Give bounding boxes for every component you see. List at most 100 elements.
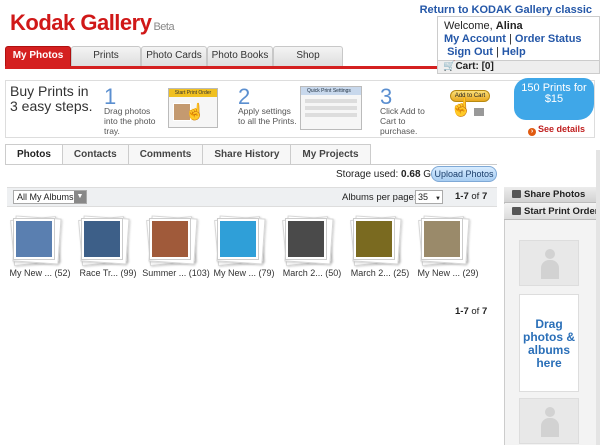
account-links-2: Sign Out | Help bbox=[447, 46, 526, 58]
setting-row bbox=[305, 113, 357, 117]
user-name: Alina bbox=[495, 20, 523, 32]
share-icon bbox=[512, 190, 521, 198]
tray-placeholder bbox=[519, 240, 579, 286]
photos-sub-tabs: Photos Contacts Comments Share History M… bbox=[5, 144, 371, 164]
range-total: 7 bbox=[481, 306, 488, 317]
range-value: 1-7 bbox=[455, 191, 469, 202]
logo-beta: Beta bbox=[153, 21, 175, 33]
page-scrollbar[interactable] bbox=[596, 150, 600, 445]
per-page-value: 35 bbox=[418, 192, 429, 202]
tab-prints[interactable]: Prints bbox=[71, 46, 141, 66]
share-photos-label: Share Photos bbox=[524, 189, 586, 200]
album-thumbnail bbox=[217, 218, 259, 260]
setting-row bbox=[305, 99, 357, 103]
sign-out-link[interactable]: Sign Out bbox=[447, 46, 493, 58]
person-silhouette-icon bbox=[541, 249, 559, 279]
album-thumbnail bbox=[421, 218, 463, 260]
step-2-text: Apply settings to all the Prints. bbox=[238, 106, 297, 126]
tab-my-projects[interactable]: My Projects bbox=[290, 144, 371, 164]
print-icon bbox=[512, 207, 521, 215]
order-status-link[interactable]: Order Status bbox=[515, 33, 582, 45]
drag-here-text: Drag photos & albums here bbox=[523, 317, 575, 370]
setting-row bbox=[305, 106, 357, 110]
album-filter-value: All My Albums bbox=[17, 192, 74, 202]
album-label: My New ... (29) bbox=[417, 268, 479, 278]
step-3-illustration: Add to Cart ☝ bbox=[444, 88, 494, 128]
kodak-gallery-logo[interactable]: Kodak Gallery Beta bbox=[10, 10, 175, 36]
account-links: My Account | Order Status bbox=[444, 33, 582, 45]
steps-title: Buy Prints in 3 easy steps. bbox=[10, 83, 93, 114]
hand-cursor-icon: ☝ bbox=[185, 104, 205, 121]
album-label: March 2... (25) bbox=[350, 268, 410, 278]
tab-share-history[interactable]: Share History bbox=[202, 144, 292, 164]
tab-comments[interactable]: Comments bbox=[127, 144, 204, 164]
storage-used: Storage used: 0.68 GB bbox=[336, 169, 438, 180]
range-total: 7 bbox=[481, 191, 488, 202]
album-thumbnail bbox=[81, 218, 123, 260]
album-label: Summer ... (103) bbox=[142, 268, 210, 278]
mini-counter bbox=[474, 108, 484, 116]
hand-cursor-icon: ☝ bbox=[450, 97, 473, 117]
tab-photo-books[interactable]: Photo Books bbox=[207, 46, 273, 66]
range-value: 1-7 bbox=[455, 306, 469, 317]
tab-contacts[interactable]: Contacts bbox=[61, 144, 129, 164]
album-label: Race Tr... (99) bbox=[79, 268, 137, 278]
album-thumbnail-stack bbox=[350, 215, 402, 266]
storage-value: 0.68 bbox=[401, 169, 421, 180]
see-details-label: See details bbox=[538, 124, 586, 134]
promo-badge[interactable]: 150 Prints for $15 bbox=[514, 78, 594, 120]
album-thumbnail-stack bbox=[78, 215, 130, 266]
info-arrow-icon: › bbox=[528, 128, 536, 136]
album-thumbnail-stack bbox=[10, 215, 62, 266]
nav-underline bbox=[5, 66, 437, 69]
album-label: My New ... (79) bbox=[213, 268, 275, 278]
album-filter-select[interactable]: All My Albums ▼ bbox=[13, 190, 87, 204]
album-thumbnail bbox=[149, 218, 191, 260]
range-of: of bbox=[471, 306, 480, 317]
album-thumbnail bbox=[285, 218, 327, 260]
range-of: of bbox=[471, 191, 480, 202]
return-classic-link[interactable]: Return to KODAK Gallery classic bbox=[420, 4, 592, 16]
chevron-down-icon: ▼ bbox=[74, 191, 86, 203]
share-photos-button[interactable]: Share Photos bbox=[504, 187, 596, 203]
cart-icon: 🛒 bbox=[443, 61, 456, 72]
album-thumbnail-stack bbox=[418, 215, 470, 266]
albums-per-page-select[interactable]: 35 ▼ bbox=[415, 190, 443, 204]
my-account-link[interactable]: My Account bbox=[444, 33, 506, 45]
pagination-range-top: 1-7 of 7 bbox=[455, 191, 487, 202]
album-thumbnail bbox=[353, 218, 395, 260]
step-3-text: Click Add to Cart to purchase. bbox=[380, 106, 425, 136]
album-thumbnail bbox=[13, 218, 55, 260]
album-thumbnail-stack bbox=[214, 215, 266, 266]
sub-tab-divider bbox=[5, 164, 497, 165]
tab-photo-cards[interactable]: Photo Cards bbox=[141, 46, 207, 66]
tab-shop[interactable]: Shop bbox=[273, 46, 343, 66]
cart-label: Cart: [0] bbox=[455, 61, 494, 72]
start-print-order-button[interactable]: Start Print Order bbox=[504, 204, 596, 220]
upload-photos-button[interactable]: Upload Photos bbox=[431, 166, 497, 182]
see-details-link[interactable]: › See details bbox=[528, 124, 585, 136]
help-link[interactable]: Help bbox=[502, 46, 526, 58]
album-label: My New ... (52) bbox=[9, 268, 71, 278]
step-2-illustration: Quick Print Settings bbox=[300, 86, 362, 130]
album-thumbnail-stack bbox=[282, 215, 334, 266]
step-2-img-label: Quick Print Settings bbox=[301, 87, 361, 95]
album-thumbnail-stack bbox=[146, 215, 198, 266]
welcome-prefix: Welcome, bbox=[444, 20, 493, 32]
step-1-illustration: Start Print Order ☝ bbox=[168, 88, 218, 128]
main-nav-tabs: My Photos Prints Photo Cards Photo Books… bbox=[5, 46, 343, 66]
tray-placeholder bbox=[519, 398, 579, 444]
logo-text: Kodak Gallery bbox=[10, 10, 152, 35]
person-silhouette-icon bbox=[541, 407, 559, 437]
step-1-img-label: Start Print Order bbox=[169, 89, 217, 97]
albums-per-page-label: Albums per page: bbox=[342, 192, 417, 203]
start-print-order-label: Start Print Order bbox=[524, 206, 596, 217]
step-1-text: Drag photos into the photo tray. bbox=[104, 106, 156, 136]
tab-my-photos[interactable]: My Photos bbox=[5, 46, 71, 66]
cart-link[interactable]: 🛒Cart: [0] bbox=[437, 60, 600, 74]
storage-label: Storage used: bbox=[336, 169, 399, 180]
tab-photos[interactable]: Photos bbox=[5, 144, 63, 164]
album-label: March 2... (50) bbox=[282, 268, 342, 278]
welcome-line: Welcome, Alina bbox=[444, 20, 593, 33]
chevron-down-icon: ▼ bbox=[435, 196, 441, 202]
